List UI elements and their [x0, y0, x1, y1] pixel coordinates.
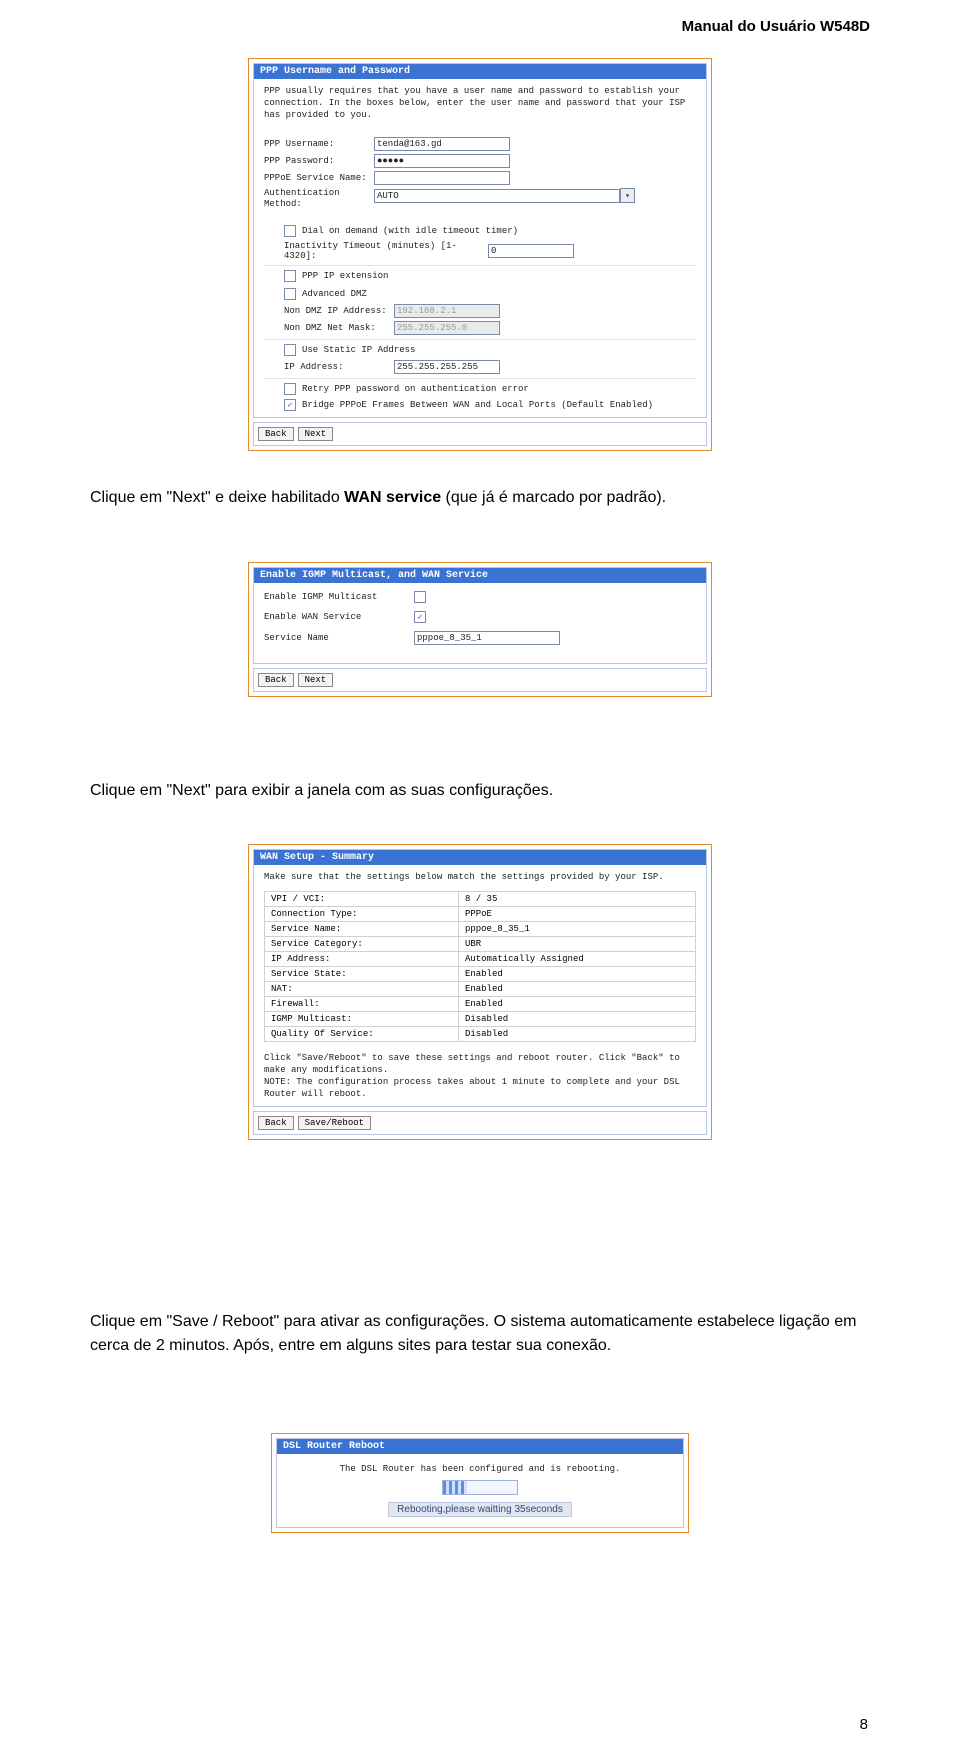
- summary-panel-title: WAN Setup - Summary: [254, 850, 706, 865]
- advanced-dmz-checkbox[interactable]: [284, 288, 296, 300]
- next-button[interactable]: Next: [298, 673, 334, 687]
- ppp-username-input[interactable]: [374, 137, 510, 151]
- dial-on-demand-checkbox[interactable]: [284, 225, 296, 237]
- table-row: Service State:Enabled: [265, 967, 696, 982]
- summary-table: VPI / VCI:8 / 35Connection Type:PPPoESer…: [264, 891, 696, 1042]
- chevron-down-icon[interactable]: ▾: [620, 188, 635, 203]
- save-reboot-button[interactable]: Save/Reboot: [298, 1116, 371, 1130]
- page-header-title: Manual do Usuário W548D: [682, 18, 870, 35]
- table-row: IGMP Multicast:Disabled: [265, 1012, 696, 1027]
- pppoe-service-name-input[interactable]: [374, 171, 510, 185]
- table-row: VPI / VCI:8 / 35: [265, 892, 696, 907]
- instruction-text-2: Clique em "Next" para exibir a janela co…: [90, 779, 870, 803]
- summary-note: Click "Save/Reboot" to save these settin…: [264, 1052, 696, 1100]
- non-dmz-ip-label: Non DMZ IP Address:: [284, 306, 394, 316]
- ip-address-label: IP Address:: [284, 362, 394, 372]
- retry-ppp-label: Retry PPP password on authentication err…: [302, 384, 529, 394]
- reboot-progress-label: Rebooting,please waitting 35seconds: [388, 1502, 572, 1517]
- reboot-progressbar: [442, 1480, 518, 1495]
- next-button[interactable]: Next: [298, 427, 334, 441]
- auth-method-label: Authentication Method:: [264, 188, 374, 210]
- ppp-panel-title: PPP Username and Password: [254, 64, 706, 79]
- non-dmz-mask-label: Non DMZ Net Mask:: [284, 323, 394, 333]
- page-number: 8: [860, 1716, 868, 1733]
- table-row: IP Address:Automatically Assigned: [265, 952, 696, 967]
- bridge-pppoe-checkbox[interactable]: ✓: [284, 399, 296, 411]
- inactivity-timeout-input[interactable]: [488, 244, 574, 258]
- table-row: NAT:Enabled: [265, 982, 696, 997]
- summary-panel-intro: Make sure that the settings below match …: [264, 871, 696, 883]
- retry-ppp-checkbox[interactable]: [284, 383, 296, 395]
- ppp-ip-extension-checkbox[interactable]: [284, 270, 296, 282]
- auth-method-select[interactable]: AUTO: [374, 189, 620, 203]
- back-button[interactable]: Back: [258, 673, 294, 687]
- use-static-ip-label: Use Static IP Address: [302, 345, 415, 355]
- enable-igmp-checkbox[interactable]: [414, 591, 426, 603]
- table-row: Service Name:pppoe_8_35_1: [265, 922, 696, 937]
- ppp-config-panel: PPP Username and Password PPP usually re…: [248, 58, 712, 451]
- service-name-input[interactable]: [414, 631, 560, 645]
- reboot-message: The DSL Router has been configured and i…: [287, 1464, 673, 1474]
- igmp-wan-panel: Enable IGMP Multicast, and WAN Service E…: [248, 562, 712, 697]
- table-row: Quality Of Service:Disabled: [265, 1027, 696, 1042]
- instruction-text-3: Clique em "Save / Reboot" para ativar as…: [90, 1310, 870, 1358]
- enable-wan-checkbox[interactable]: ✓: [414, 611, 426, 623]
- use-static-ip-checkbox[interactable]: [284, 344, 296, 356]
- dial-on-demand-label: Dial on demand (with idle timeout timer): [302, 226, 518, 236]
- ppp-password-input[interactable]: ●●●●●: [374, 154, 510, 168]
- back-button[interactable]: Back: [258, 1116, 294, 1130]
- table-row: Firewall:Enabled: [265, 997, 696, 1012]
- igmp-panel-title: Enable IGMP Multicast, and WAN Service: [254, 568, 706, 583]
- ppp-username-label: PPP Username:: [264, 139, 374, 149]
- ppp-panel-intro: PPP usually requires that you have a use…: [264, 85, 696, 121]
- wan-summary-panel: WAN Setup - Summary Make sure that the s…: [248, 844, 712, 1140]
- reboot-panel-title: DSL Router Reboot: [277, 1439, 683, 1454]
- non-dmz-mask-input: 255.255.255.0: [394, 321, 500, 335]
- pppoe-service-name-label: PPPoE Service Name:: [264, 173, 374, 183]
- enable-wan-label: Enable WAN Service: [264, 612, 414, 622]
- ip-address-input[interactable]: [394, 360, 500, 374]
- back-button[interactable]: Back: [258, 427, 294, 441]
- enable-igmp-label: Enable IGMP Multicast: [264, 592, 414, 602]
- instruction-text-1: Clique em "Next" e deixe habilitado WAN …: [90, 486, 870, 510]
- advanced-dmz-label: Advanced DMZ: [302, 289, 367, 299]
- table-row: Connection Type:PPPoE: [265, 907, 696, 922]
- bridge-pppoe-label: Bridge PPPoE Frames Between WAN and Loca…: [302, 400, 653, 410]
- ppp-ip-extension-label: PPP IP extension: [302, 271, 388, 281]
- table-row: Service Category:UBR: [265, 937, 696, 952]
- reboot-panel: DSL Router Reboot The DSL Router has bee…: [271, 1433, 689, 1533]
- non-dmz-ip-input: 192.168.2.1: [394, 304, 500, 318]
- inactivity-timeout-label: Inactivity Timeout (minutes) [1-4320]:: [284, 241, 482, 261]
- service-name-label: Service Name: [264, 633, 414, 643]
- ppp-password-label: PPP Password:: [264, 156, 374, 166]
